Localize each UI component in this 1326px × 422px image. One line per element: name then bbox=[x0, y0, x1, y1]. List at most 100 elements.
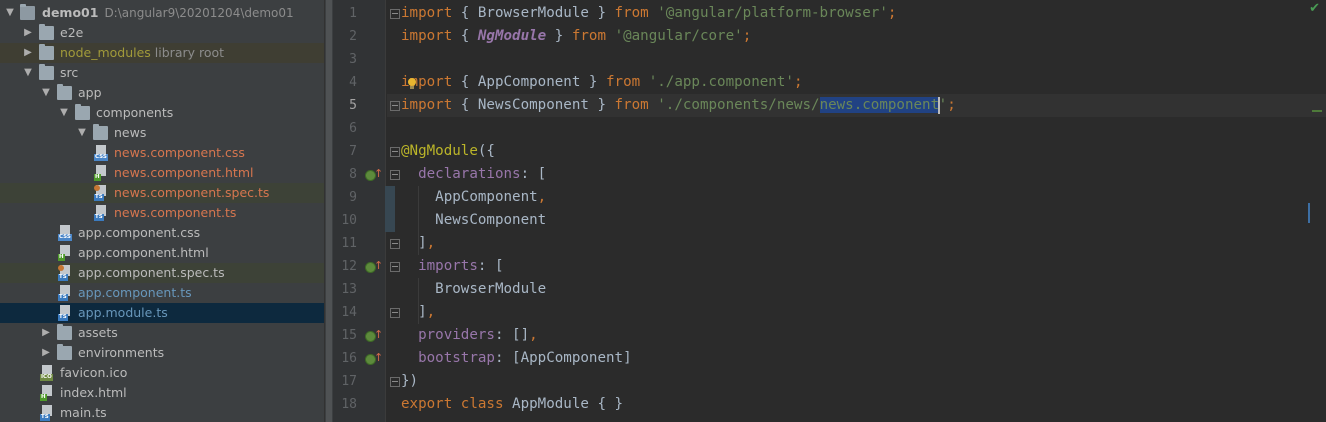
line-number[interactable]: 10 bbox=[333, 209, 357, 232]
chevron-down-icon[interactable]: ▼ bbox=[40, 83, 52, 103]
tree-folder-e2e[interactable]: ▶ e2e bbox=[0, 23, 324, 43]
line-number[interactable]: 7 bbox=[333, 140, 357, 163]
code-line[interactable]: }) bbox=[387, 370, 1326, 393]
chevron-right-icon[interactable]: ▶ bbox=[22, 23, 34, 43]
line-number[interactable]: 9 bbox=[333, 186, 357, 209]
fold-toggle-icon[interactable] bbox=[390, 262, 400, 272]
chevron-right-icon[interactable]: ▶ bbox=[22, 43, 34, 63]
project-tree-scrollbar[interactable] bbox=[324, 0, 333, 422]
folder-icon bbox=[39, 24, 54, 40]
implemented-marker-icon[interactable]: ↑ bbox=[365, 168, 383, 182]
chevron-down-icon[interactable]: ▼ bbox=[22, 63, 34, 83]
code-line[interactable]: import { NewsComponent } from './compone… bbox=[387, 94, 1326, 117]
tree-folder-node_modules[interactable]: ▶ node_modules library root bbox=[0, 43, 324, 63]
ts-file-icon: TS bbox=[94, 205, 108, 221]
error-stripe-mark[interactable] bbox=[1312, 110, 1322, 112]
line-number[interactable]: 14 bbox=[333, 301, 357, 324]
tree-folder-environments[interactable]: ▶ environments bbox=[0, 343, 324, 363]
line-number[interactable]: 16 bbox=[333, 347, 357, 370]
code-token: from bbox=[571, 28, 607, 44]
tree-folder-assets[interactable]: ▶ assets bbox=[0, 323, 324, 343]
code-token: bootstrap bbox=[418, 350, 495, 366]
code-token: '@angular/platform-browser' bbox=[657, 5, 888, 21]
line-number[interactable]: 18 bbox=[333, 393, 357, 416]
code-line[interactable]: export class AppModule { } bbox=[387, 393, 1326, 416]
inspection-ok-icon[interactable]: ✔ bbox=[1309, 2, 1320, 15]
code-line[interactable]: ], bbox=[387, 301, 1326, 324]
fold-toggle-icon[interactable] bbox=[390, 308, 400, 318]
tree-item-label: app.module.ts bbox=[78, 305, 168, 320]
line-number[interactable]: 8 bbox=[333, 163, 357, 186]
code-line[interactable]: declarations: [ bbox=[387, 163, 1326, 186]
fold-toggle-icon[interactable] bbox=[390, 147, 400, 157]
tree-folder-src[interactable]: ▼ src bbox=[0, 63, 324, 83]
code-line[interactable] bbox=[387, 117, 1326, 140]
code-token: ({ bbox=[477, 143, 495, 159]
fold-toggle-icon[interactable] bbox=[390, 9, 400, 19]
line-number[interactable]: 13 bbox=[333, 278, 357, 301]
fold-toggle-icon[interactable] bbox=[390, 101, 400, 111]
chevron-right-icon[interactable]: ▶ bbox=[40, 343, 52, 363]
line-number[interactable]: 1 bbox=[333, 2, 357, 25]
fold-toggle-icon[interactable] bbox=[390, 377, 400, 387]
code-line[interactable]: NewsComponent bbox=[387, 209, 1326, 232]
scrollbar-thumb[interactable] bbox=[326, 0, 332, 422]
line-number[interactable]: 5 bbox=[333, 94, 357, 117]
code-line[interactable]: providers: [], bbox=[387, 324, 1326, 347]
line-number[interactable]: 3 bbox=[333, 48, 357, 71]
code-token: ; bbox=[793, 74, 803, 90]
line-number[interactable]: 4 bbox=[333, 71, 357, 94]
change-marker[interactable] bbox=[385, 186, 395, 209]
code-token: { AppComponent } bbox=[452, 74, 606, 90]
tree-file-row[interactable]: TS app.module.ts bbox=[0, 303, 324, 323]
code-line[interactable]: import { BrowserModule } from '@angular/… bbox=[387, 2, 1326, 25]
chevron-down-icon[interactable]: ▼ bbox=[58, 103, 70, 123]
implemented-marker-icon[interactable]: ↑ bbox=[365, 329, 383, 343]
tree-file-row[interactable]: Hnews.component.html bbox=[0, 163, 324, 183]
tree-folder-app[interactable]: ▼ app bbox=[0, 83, 324, 103]
tree-root-row[interactable]: ▼ demo01 D:\angular9\20201204\demo01 bbox=[0, 3, 324, 23]
code-token: @NgModule bbox=[401, 143, 478, 159]
line-number[interactable]: 12 bbox=[333, 255, 357, 278]
tree-folder-components[interactable]: ▼ components bbox=[0, 103, 324, 123]
fold-toggle-icon[interactable] bbox=[390, 239, 400, 249]
tree-file-row[interactable]: TS app.component.spec.ts bbox=[0, 263, 324, 283]
tree-file-row[interactable]: TS news.component.spec.ts bbox=[0, 183, 324, 203]
tree-file-row[interactable]: Hindex.html bbox=[0, 383, 324, 403]
chevron-down-icon[interactable]: ▼ bbox=[76, 123, 88, 143]
chevron-right-icon[interactable]: ▶ bbox=[40, 323, 52, 343]
html-file-icon: H bbox=[94, 165, 108, 181]
fold-toggle-icon[interactable] bbox=[390, 170, 400, 180]
code-line[interactable] bbox=[387, 48, 1326, 71]
code-line[interactable]: @NgModule({ bbox=[387, 140, 1326, 163]
line-number[interactable]: 11 bbox=[333, 232, 357, 255]
tree-folder-news[interactable]: ▼ news bbox=[0, 123, 324, 143]
tree-file-row[interactable]: TS main.ts bbox=[0, 403, 324, 422]
line-number[interactable]: 17 bbox=[333, 370, 357, 393]
code-token: from bbox=[606, 74, 641, 90]
code-line[interactable]: imports: [ bbox=[387, 255, 1326, 278]
tree-file-row[interactable]: TS app.component.ts bbox=[0, 283, 324, 303]
code-line[interactable]: bootstrap: [AppComponent] bbox=[387, 347, 1326, 370]
code-line[interactable]: AppComponent, bbox=[387, 186, 1326, 209]
code-line[interactable]: import { AppComponent } from './app.comp… bbox=[387, 71, 1326, 94]
code-line[interactable]: ], bbox=[387, 232, 1326, 255]
code-editor[interactable]: import { BrowserModule } from '@angular/… bbox=[387, 0, 1326, 422]
implemented-marker-icon[interactable]: ↑ bbox=[365, 260, 383, 274]
change-marker[interactable] bbox=[385, 209, 395, 232]
line-number[interactable]: 6 bbox=[333, 117, 357, 140]
code-line[interactable]: import { NgModule } from '@angular/core'… bbox=[387, 25, 1326, 48]
line-number[interactable]: 2 bbox=[333, 25, 357, 48]
code-line[interactable]: BrowserModule bbox=[387, 278, 1326, 301]
tree-file-row[interactable]: CSS news.component.css bbox=[0, 143, 324, 163]
lightbulb-icon[interactable] bbox=[407, 78, 417, 90]
tree-file-row[interactable]: TS news.component.ts bbox=[0, 203, 324, 223]
tree-file-row[interactable]: CSS app.component.css bbox=[0, 223, 324, 243]
code-token: { bbox=[452, 28, 478, 44]
chevron-down-icon[interactable]: ▼ bbox=[4, 3, 16, 23]
tree-file-row[interactable]: ICO favicon.ico bbox=[0, 363, 324, 383]
implemented-marker-icon[interactable]: ↑ bbox=[365, 352, 383, 366]
tree-file-row[interactable]: Happ.component.html bbox=[0, 243, 324, 263]
line-number[interactable]: 15 bbox=[333, 324, 357, 347]
